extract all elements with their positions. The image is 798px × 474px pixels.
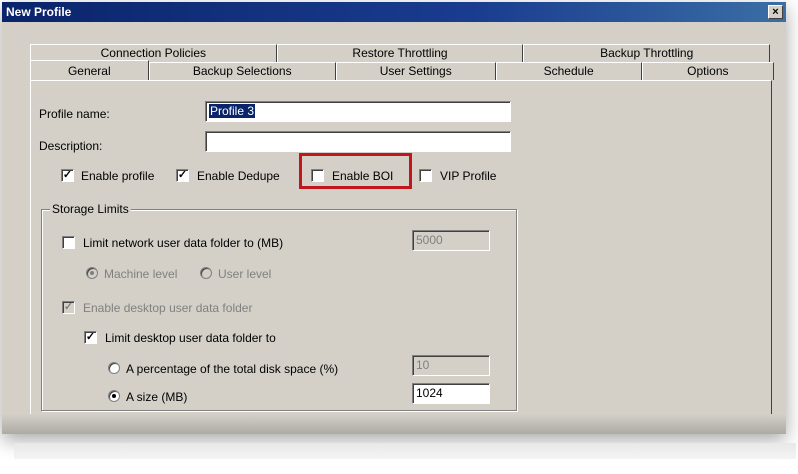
- tab-backup-throttling[interactable]: Backup Throttling: [523, 44, 771, 62]
- boi-highlight-annotation: [299, 153, 412, 189]
- limit-network-label: Limit network user data folder to (MB): [83, 236, 284, 250]
- window-title: New Profile: [6, 5, 72, 19]
- size-radio[interactable]: [108, 390, 120, 402]
- tab-backup-selections[interactable]: Backup Selections: [148, 62, 336, 80]
- enable-desktop-checkbox[interactable]: ✓: [62, 301, 75, 314]
- enable-dedupe-checkbox[interactable]: ✓: [176, 169, 189, 182]
- tab-row-front: General Backup Selections User Settings …: [30, 60, 775, 80]
- percentage-input[interactable]: 10: [412, 355, 490, 376]
- tab-general[interactable]: General: [30, 60, 149, 80]
- tab-schedule[interactable]: Schedule: [495, 62, 642, 80]
- window-bottom-edge: [2, 414, 786, 434]
- storage-limits-legend: Storage Limits: [50, 202, 131, 216]
- enable-profile-checkbox[interactable]: ✓: [61, 169, 74, 182]
- enable-desktop-label: Enable desktop user data folder: [83, 301, 253, 315]
- new-profile-dialog: New Profile × Connection Policies Restor…: [2, 2, 786, 434]
- limit-desktop-checkbox[interactable]: ✓: [84, 331, 97, 344]
- tab-user-settings[interactable]: User Settings: [335, 62, 496, 80]
- storage-limits-group: Storage Limits Limit network user data f…: [41, 202, 517, 411]
- tab-restore-throttling[interactable]: Restore Throttling: [276, 44, 524, 62]
- limit-desktop-label: Limit desktop user data folder to: [105, 331, 276, 345]
- percentage-label: A percentage of the total disk space (%): [126, 362, 339, 376]
- close-button[interactable]: ×: [768, 5, 783, 19]
- vip-profile-label: VIP Profile: [440, 169, 497, 183]
- vip-profile-checkbox[interactable]: [419, 169, 432, 182]
- percentage-radio[interactable]: [108, 362, 120, 374]
- profile-name-label: Profile name:: [39, 107, 110, 121]
- description-input[interactable]: [205, 131, 511, 152]
- user-level-label: User level: [218, 267, 272, 281]
- description-label: Description:: [39, 139, 103, 153]
- size-input[interactable]: 1024: [412, 383, 490, 404]
- tab-options[interactable]: Options: [641, 62, 775, 80]
- general-panel: Profile name: Profile 3 Description: ✓ E…: [30, 80, 772, 420]
- enable-dedupe-label: Enable Dedupe: [197, 169, 280, 183]
- limit-network-checkbox[interactable]: [62, 236, 75, 249]
- size-label: A size (MB): [126, 390, 188, 404]
- machine-level-label: Machine level: [104, 267, 178, 281]
- enable-profile-label: Enable profile: [81, 169, 155, 183]
- limit-network-input[interactable]: 5000: [412, 230, 490, 251]
- profile-name-input[interactable]: Profile 3: [205, 101, 511, 122]
- user-level-radio[interactable]: [200, 267, 212, 279]
- background-bar: [14, 443, 796, 459]
- machine-level-radio[interactable]: [86, 267, 98, 279]
- title-bar[interactable]: New Profile ×: [2, 2, 786, 22]
- profile-name-value: Profile 3: [209, 104, 256, 118]
